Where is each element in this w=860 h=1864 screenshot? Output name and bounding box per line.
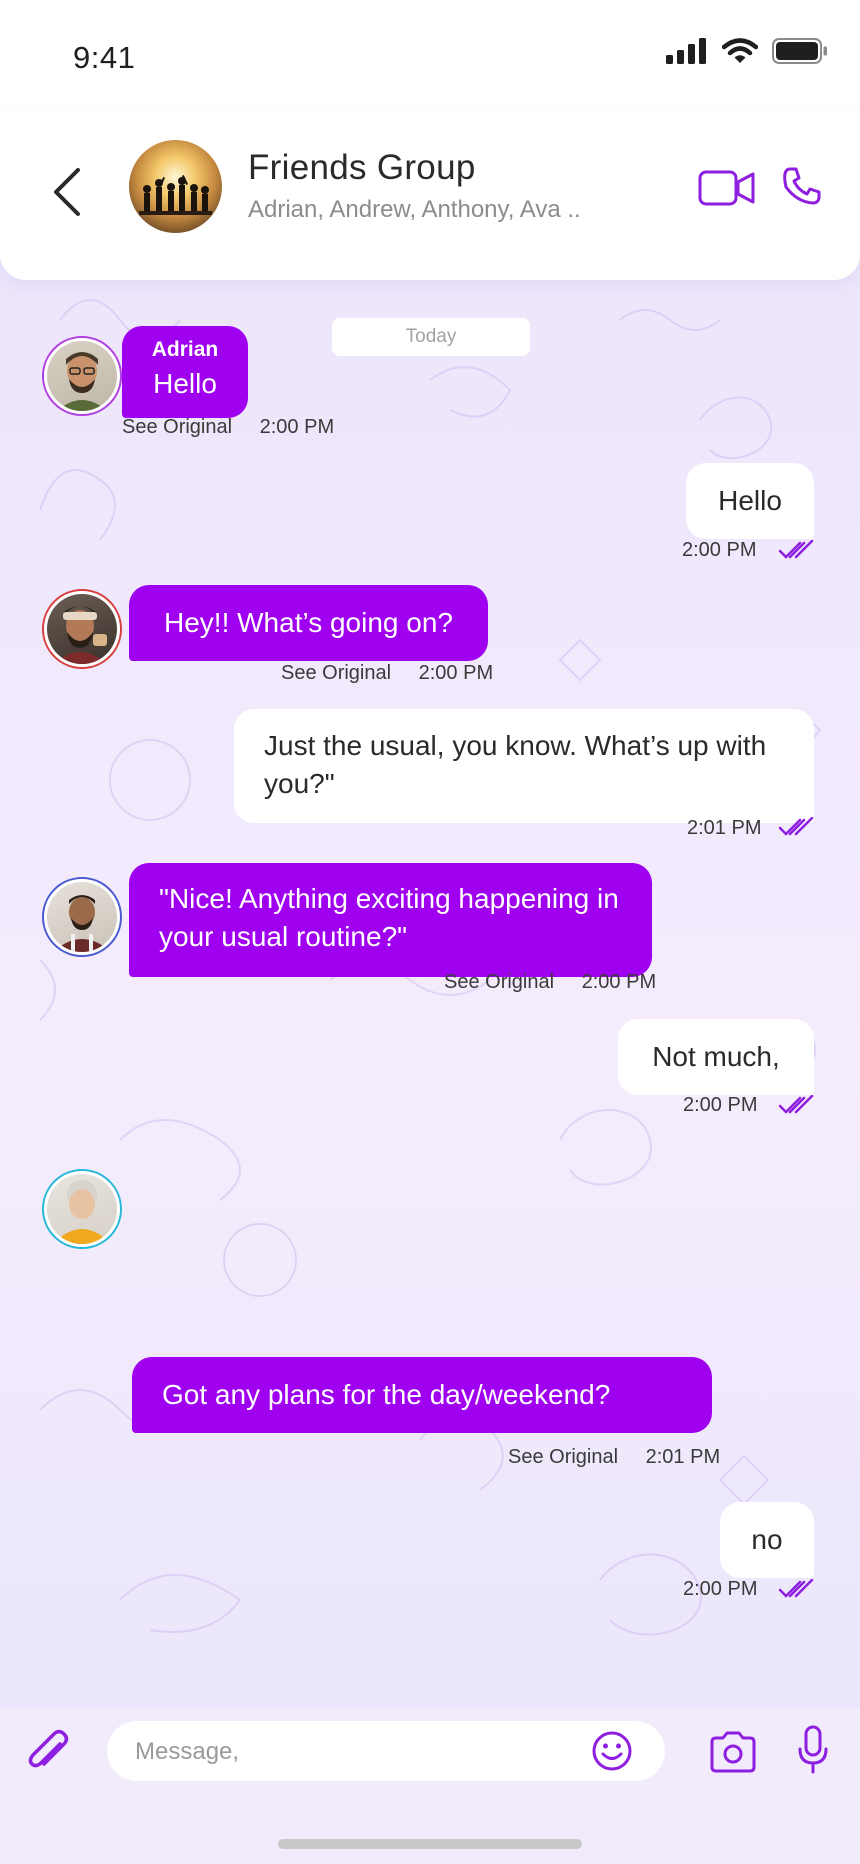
date-separator: Today bbox=[332, 318, 530, 356]
sender-name: Adrian bbox=[151, 338, 219, 361]
chat-header: Friends Group Adrian, Andrew, Anthony, A… bbox=[0, 110, 860, 280]
message-meta: 2:00 PM bbox=[682, 539, 756, 562]
message-time: 2:00 PM bbox=[682, 539, 757, 561]
message-time: 2:00 PM bbox=[683, 1578, 758, 1600]
message-text: Hello bbox=[718, 485, 782, 516]
wifi-icon bbox=[722, 38, 758, 63]
see-original-link[interactable]: See Original bbox=[281, 662, 391, 684]
avatar-adrian[interactable] bbox=[42, 336, 122, 416]
message-meta: See Original 2:00 PM bbox=[444, 971, 656, 994]
avatar-member[interactable] bbox=[42, 877, 122, 957]
message-time: 2:01 PM bbox=[645, 1446, 721, 1468]
message-text: Got any plans for the day/weekend? bbox=[162, 1379, 611, 1410]
message-meta: 2:00 PM bbox=[683, 1094, 757, 1117]
message-text: Not much, bbox=[652, 1041, 780, 1072]
person-photo-image bbox=[53, 1180, 111, 1244]
person-photo-image bbox=[53, 606, 107, 664]
avatar-member[interactable] bbox=[42, 589, 122, 669]
camera-icon[interactable] bbox=[708, 1731, 758, 1773]
message-text: Hello bbox=[153, 368, 217, 399]
phone-call-icon[interactable] bbox=[782, 166, 822, 206]
group-members: Adrian, Andrew, Anthony, Ava .. bbox=[248, 196, 581, 223]
message-bubble-incoming[interactable]: "Nice! Anything exciting happening in yo… bbox=[129, 863, 652, 977]
message-bubble-outgoing[interactable]: Not much, bbox=[618, 1019, 814, 1095]
double-check-icon bbox=[778, 1579, 814, 1598]
message-meta: 2:00 PM bbox=[683, 1578, 757, 1601]
person-photo-image bbox=[57, 352, 107, 411]
home-indicator[interactable] bbox=[278, 1839, 582, 1849]
double-check-icon bbox=[778, 817, 814, 836]
message-bubble-incoming[interactable]: Hey!! What’s going on? bbox=[129, 585, 488, 661]
group-title: Friends Group bbox=[248, 148, 476, 187]
microphone-icon[interactable] bbox=[798, 1725, 828, 1775]
double-check-icon bbox=[778, 1095, 814, 1114]
message-meta: See Original 2:00 PM bbox=[122, 416, 334, 439]
status-time: 9:41 bbox=[73, 40, 136, 75]
double-check-icon bbox=[778, 540, 814, 559]
chat-area[interactable]: Today Adrian Hello See Original 2:00 PM … bbox=[0, 260, 860, 1707]
paperclip-icon[interactable] bbox=[26, 1728, 70, 1778]
message-bubble-incoming[interactable]: Adrian Hello bbox=[122, 326, 248, 418]
emoji-icon[interactable] bbox=[591, 1730, 633, 1772]
message-text: Just the usual, you know. What’s up with… bbox=[264, 730, 767, 799]
message-bubble-incoming[interactable]: Got any plans for the day/weekend? bbox=[132, 1357, 712, 1433]
message-input-container bbox=[107, 1721, 665, 1783]
message-time: 2:01 PM bbox=[687, 817, 762, 839]
group-avatar[interactable] bbox=[129, 140, 222, 233]
message-bubble-outgoing[interactable]: Just the usual, you know. What’s up with… bbox=[234, 709, 814, 823]
message-bubble-outgoing[interactable]: Hello bbox=[686, 463, 814, 539]
message-meta: See Original 2:01 PM bbox=[508, 1446, 720, 1469]
group-photo-image bbox=[139, 175, 212, 215]
see-original-link[interactable]: See Original bbox=[508, 1446, 618, 1468]
person-photo-image bbox=[53, 895, 111, 952]
back-button[interactable] bbox=[48, 162, 88, 222]
message-meta: 2:01 PM bbox=[687, 817, 761, 840]
message-text: "Nice! Anything exciting happening in yo… bbox=[159, 883, 619, 952]
message-text: Hey!! What’s going on? bbox=[164, 607, 453, 638]
message-time: 2:00 PM bbox=[259, 416, 335, 438]
message-time: 2:00 PM bbox=[418, 662, 494, 684]
message-time: 2:00 PM bbox=[581, 971, 657, 993]
video-call-icon[interactable] bbox=[698, 168, 756, 208]
message-meta: See Original 2:00 PM bbox=[281, 662, 493, 685]
message-bubble-outgoing[interactable]: no bbox=[720, 1502, 814, 1578]
avatar-member[interactable] bbox=[42, 1169, 122, 1249]
signal-icon bbox=[666, 38, 706, 64]
see-original-link[interactable]: See Original bbox=[444, 971, 554, 993]
see-original-link[interactable]: See Original bbox=[122, 416, 232, 438]
message-time: 2:00 PM bbox=[683, 1094, 758, 1116]
message-input[interactable] bbox=[133, 1721, 577, 1783]
battery-icon bbox=[772, 38, 827, 64]
message-text: no bbox=[751, 1524, 783, 1555]
status-bar: 9:41 bbox=[0, 0, 860, 110]
composer-bar bbox=[0, 1707, 860, 1864]
status-icons bbox=[666, 38, 828, 64]
